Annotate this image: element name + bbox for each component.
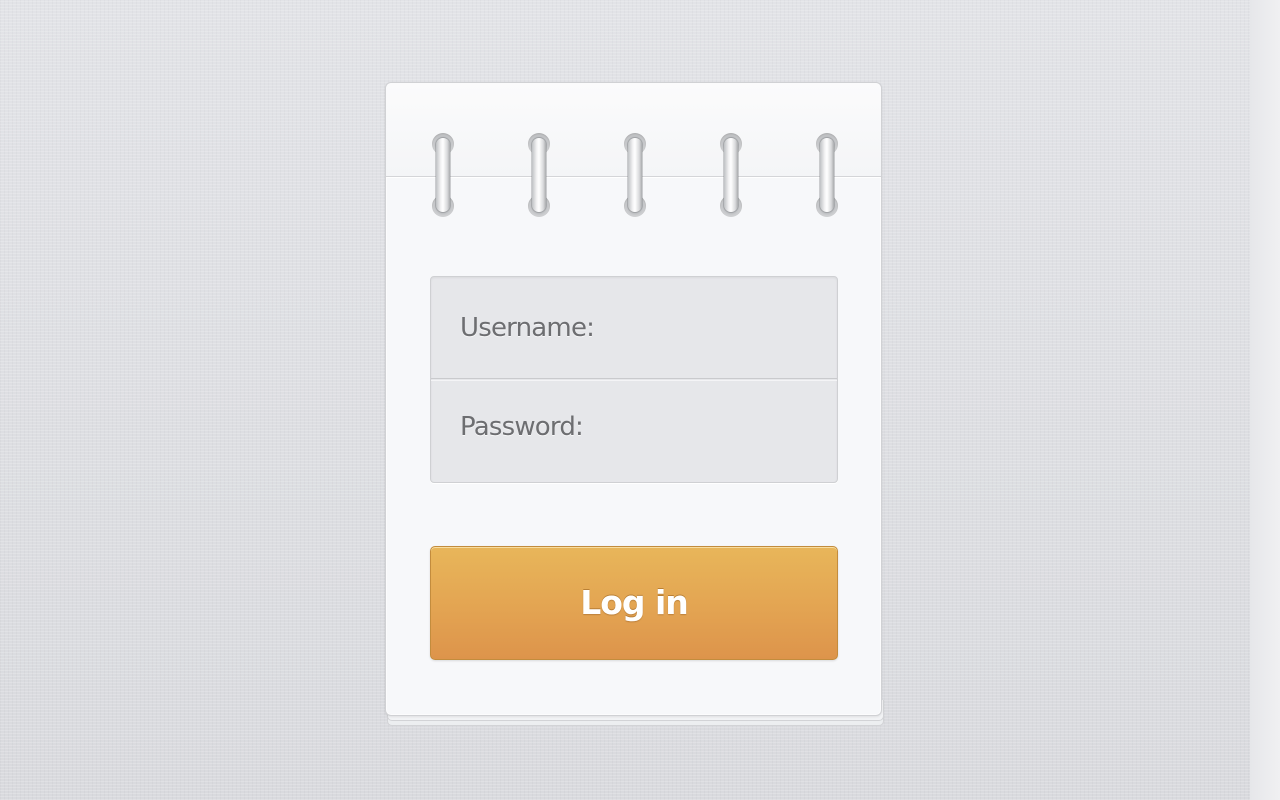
password-input[interactable] <box>581 407 815 449</box>
username-field[interactable]: Username: <box>431 277 837 379</box>
password-label: Password: <box>460 412 584 442</box>
spiral-ring-icon <box>816 133 838 217</box>
login-button-label: Log in <box>580 583 689 622</box>
username-input[interactable] <box>581 307 815 349</box>
spiral-ring-icon <box>720 133 742 217</box>
login-button[interactable]: Log in <box>430 546 838 660</box>
username-label: Username: <box>460 313 595 343</box>
login-notepad: Username: Password: Log in <box>385 82 882 716</box>
spiral-ring-icon <box>624 133 646 217</box>
spiral-ring-icon <box>528 133 550 217</box>
password-field[interactable]: Password: <box>431 380 837 482</box>
background-edge <box>1250 0 1280 800</box>
spiral-ring-icon <box>432 133 454 217</box>
credentials-field-group: Username: Password: <box>430 276 838 483</box>
